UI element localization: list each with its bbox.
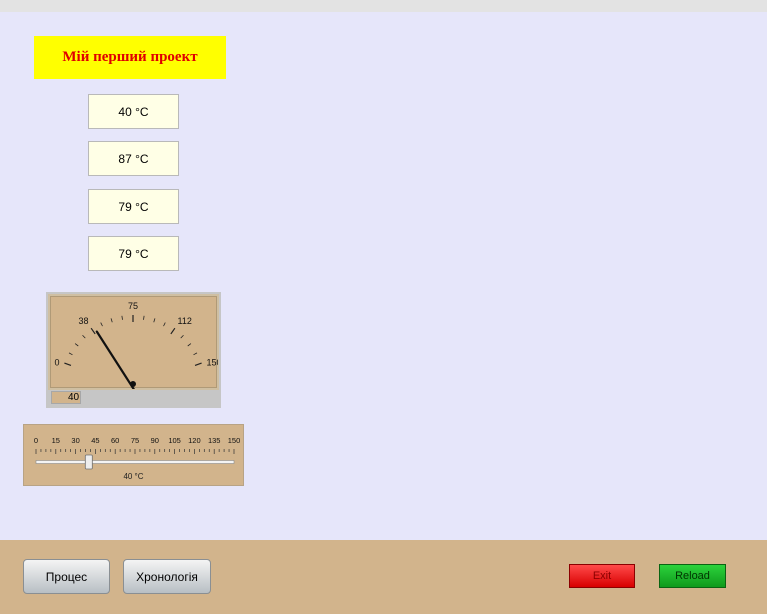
gauge-needle-hub (130, 381, 136, 387)
footer-bar: Процес Хронологія Exit Reload (0, 540, 767, 614)
slider-tick-label: 0 (34, 436, 38, 445)
gauge-tick (143, 315, 145, 320)
gauge-tick (180, 334, 184, 339)
history-button[interactable]: Хронологія (123, 559, 211, 594)
gauge-readout: 40 (51, 391, 81, 404)
temperature-slider[interactable]: 0 15 30 45 60 75 90 105 120 135 150 40 °C (23, 424, 244, 486)
slider-tick-label: 90 (151, 436, 159, 445)
gauge-tick (82, 334, 86, 339)
gauge-tick (64, 362, 72, 366)
gauge-tick (194, 362, 202, 366)
temperature-display-3: 79 °C (88, 189, 179, 224)
gauge-tick (74, 343, 79, 347)
slider-tick-label: 105 (168, 436, 181, 445)
slider-track (35, 460, 235, 464)
temperature-display-2: 87 °C (88, 141, 179, 176)
gauge-tick (153, 318, 156, 323)
exit-button[interactable]: Exit (569, 564, 635, 588)
gauge-tick (100, 322, 103, 327)
slider-tick-label: 45 (91, 436, 99, 445)
gauge-label: 38 (78, 316, 88, 326)
gauge-tick (187, 343, 192, 347)
top-bar (0, 0, 767, 12)
gauge-tick (90, 327, 96, 335)
slider-value-label: 40 °C (123, 472, 144, 481)
gauge-label: 0 (55, 357, 60, 367)
gauge-tick (121, 315, 123, 320)
temperature-gauge: 0 38 75 112 150 40 (46, 292, 221, 408)
gauge-label: 150 (206, 357, 218, 367)
temperature-display-4: 79 °C (88, 236, 179, 271)
temperature-display-1: 40 °C (88, 94, 179, 129)
slider-tick-label: 75 (131, 436, 139, 445)
slider-thumb[interactable] (84, 454, 93, 470)
gauge-label: 75 (128, 301, 138, 311)
gauge-dial: 0 38 75 112 150 (55, 301, 218, 389)
project-title: Мій перший проект (34, 36, 226, 79)
slider-tick-label: 120 (188, 436, 201, 445)
process-button[interactable]: Процес (23, 559, 110, 594)
gauge-tick (193, 352, 198, 356)
slider-tick-label: 150 (228, 436, 241, 445)
gauge-tick (68, 352, 73, 356)
slider-tick-label: 60 (111, 436, 119, 445)
reload-button[interactable]: Reload (659, 564, 726, 588)
slider-tick-label: 135 (208, 436, 221, 445)
gauge-readout-bar: 40 (48, 390, 219, 406)
gauge-label: 112 (178, 316, 192, 326)
slider-tick-label: 30 (71, 436, 79, 445)
gauge-tick (163, 322, 166, 327)
gauge-tick (170, 327, 176, 335)
gauge-face: 0 38 75 112 150 (50, 296, 218, 389)
gauge-tick (110, 318, 113, 323)
slider-tick-label: 15 (52, 436, 60, 445)
gauge-needle (95, 330, 135, 389)
